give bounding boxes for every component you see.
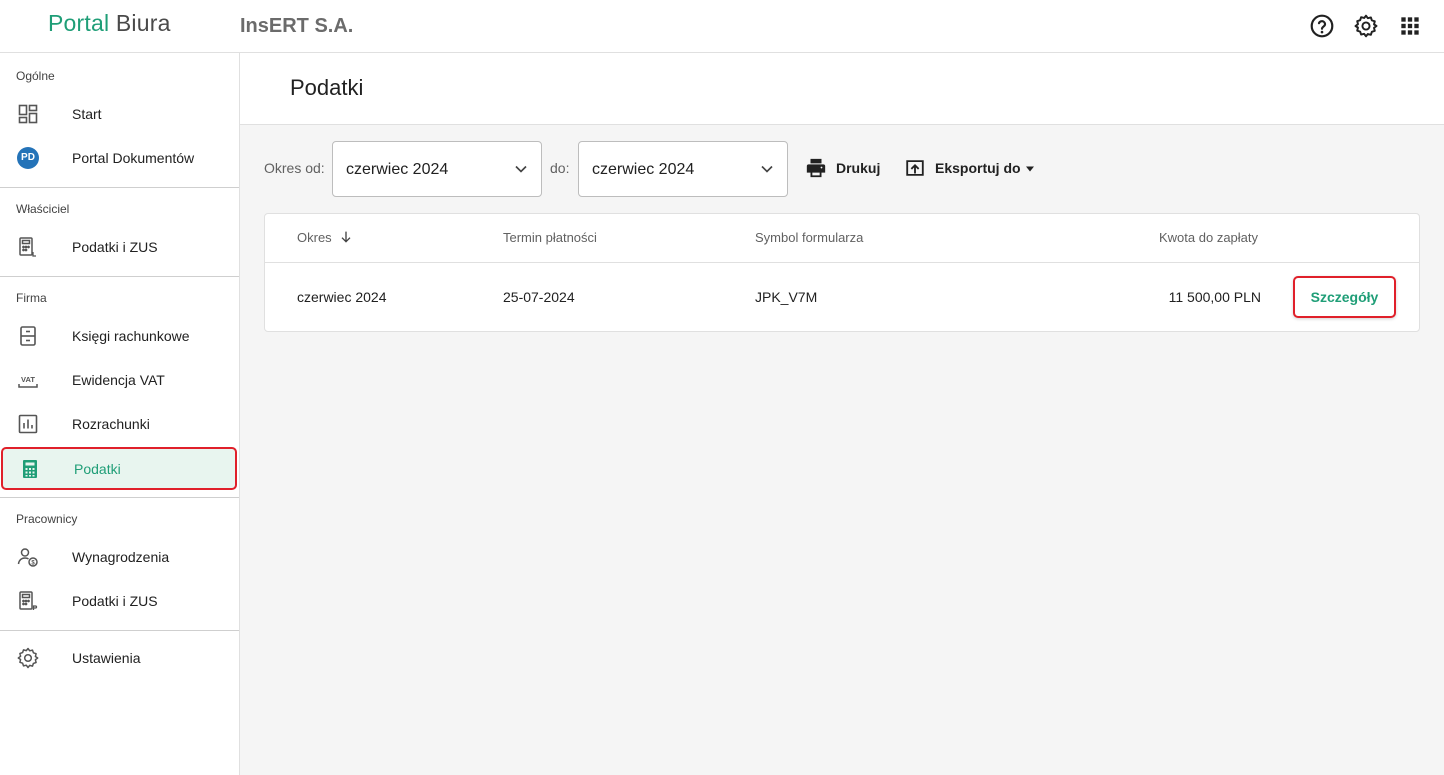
sidebar-item-label: Rozrachunki [72,416,150,432]
sidebar-item-start[interactable]: Start [0,92,239,136]
section-label-company: Firma [16,291,47,305]
dashboard-icon [16,102,40,126]
print-label: Drukuj [836,160,881,176]
sidebar-nav: Ogólne Start PD Portal Dokumentów Właści… [0,53,240,775]
cell-amount: 11 500,00 PLN [1168,289,1261,305]
logo-portal-text: Portal [48,10,110,36]
sidebar-item-employee-taxes-zus[interactable]: Podatki i ZUS [0,579,239,623]
sidebar-item-salaries[interactable]: $ Wynagrodzenia [0,535,239,579]
export-icon [906,160,924,176]
portal-documents-badge-icon: PD [17,147,39,169]
chevron-down-icon [515,165,527,173]
caret-down-icon [1026,166,1034,172]
app-logo[interactable]: Portal Biura [48,10,171,37]
printer-icon [806,158,826,178]
sidebar-item-label: Księgi rachunkowe [72,328,190,344]
cell-period: czerwiec 2024 [297,289,387,305]
period-to-select[interactable]: czerwiec 2024 [578,141,788,197]
period-from-select[interactable]: czerwiec 2024 [332,141,542,197]
sidebar-divider [0,276,239,277]
sidebar-divider [0,497,239,498]
section-label-owner: Właściciel [16,202,70,216]
sidebar-item-label: Podatki i ZUS [72,593,158,609]
settings-icon[interactable] [1353,13,1379,39]
page-header: Podatki [240,53,1444,125]
bar-chart-icon [16,412,40,436]
sidebar-item-settlements[interactable]: Rozrachunki [0,402,239,446]
period-from-value: czerwiec 2024 [346,161,449,178]
sidebar-item-taxes[interactable]: Podatki [1,447,237,490]
sidebar-divider [0,187,239,188]
svg-text:VAT: VAT [21,375,35,384]
sidebar-item-ledgers[interactable]: Księgi rachunkowe [0,314,239,358]
apps-grid-icon[interactable] [1397,13,1423,39]
calculator-tax-icon [16,235,40,259]
vat-icon: VAT [16,368,40,392]
sidebar-divider [0,630,239,631]
calculator-icon [18,457,42,481]
print-button[interactable]: Drukuj [805,150,885,186]
company-name: InsERT S.A. [240,15,354,37]
section-label-general: Ogólne [16,69,55,83]
period-from-label: Okres od: [264,160,325,176]
export-label: Eksportuj do [935,160,1021,176]
gear-icon [16,646,40,670]
column-header-label: Okres [297,230,332,245]
sidebar-item-label: Ewidencja VAT [72,372,165,388]
calculator-payroll-icon [16,589,40,613]
sidebar-item-label: Start [72,106,102,122]
export-dropdown-button[interactable]: Eksportuj do [904,150,1040,186]
details-button[interactable]: Szczegóły [1293,276,1396,318]
cell-form-symbol: JPK_V7M [755,289,818,305]
ledger-cabinet-icon [16,324,40,348]
sidebar-item-vat[interactable]: VAT Ewidencja VAT [0,358,239,402]
chevron-down-icon [761,165,773,173]
sidebar-item-label: Wynagrodzenia [72,549,170,565]
period-to-label: do: [550,160,570,176]
taxes-table: Okres Termin płatności Symbol formularza… [264,213,1420,332]
period-to-value: czerwiec 2024 [592,161,695,178]
person-money-icon: $ [16,545,40,569]
help-icon[interactable] [1309,13,1335,39]
sidebar-item-label: Ustawienia [72,650,141,666]
sidebar-item-label: Podatki [74,461,121,477]
column-header-amount: Kwota do zapłaty [1159,230,1259,245]
sidebar-item-label: Portal Dokumentów [72,150,195,166]
cell-due-date: 25-07-2024 [503,289,575,305]
top-header: Portal Biura InsERT S.A. [0,0,1444,53]
sidebar-item-settings[interactable]: Ustawienia [0,636,239,680]
sort-arrow-down-icon [341,231,351,243]
sidebar-item-owner-taxes-zus[interactable]: Podatki i ZUS [0,225,239,269]
logo-biura-text: Biura [115,10,171,36]
sidebar-item-portal-documents[interactable]: PD Portal Dokumentów [0,136,239,180]
section-label-employees: Pracownicy [16,512,78,526]
table-header: Okres Termin płatności Symbol formularza… [265,214,1419,263]
column-header-form-symbol: Symbol formularza [755,230,864,245]
page-title: Podatki [290,75,364,100]
column-header-period[interactable]: Okres [297,230,351,245]
column-header-due-date: Termin płatności [503,230,597,245]
sidebar-item-label: Podatki i ZUS [72,239,158,255]
